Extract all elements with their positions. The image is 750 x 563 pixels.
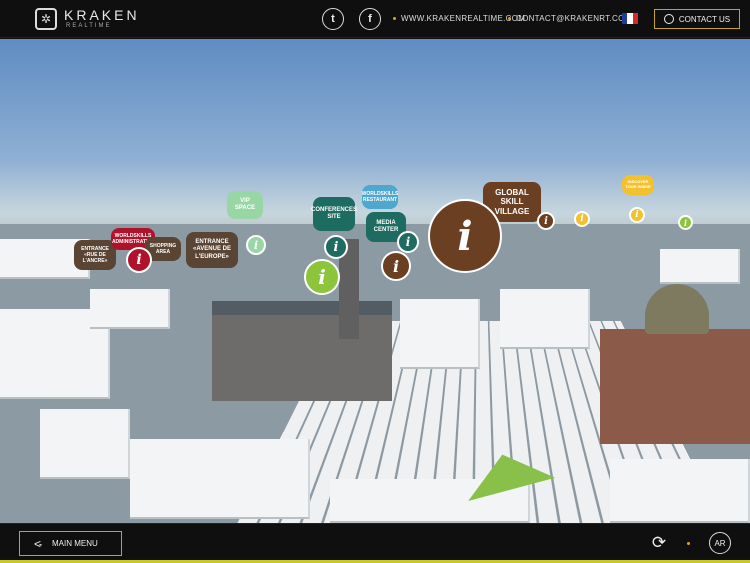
- poi-worldskills-restaurant[interactable]: WORLDSKILLS RESTAURANT: [362, 185, 398, 209]
- twitter-icon[interactable]: t: [322, 8, 344, 30]
- building: [660, 249, 740, 284]
- whatsapp-icon: [664, 14, 674, 24]
- refresh-icon[interactable]: ⟳: [649, 533, 669, 553]
- building: [610, 459, 750, 523]
- website-link[interactable]: WWW.KRAKENREALTIME.COM: [401, 14, 525, 23]
- building: [90, 289, 170, 329]
- poi-vip-space[interactable]: VIP SPACE: [227, 191, 263, 219]
- kraken-logo-icon[interactable]: ✲: [35, 8, 57, 30]
- info-icon[interactable]: i: [246, 235, 266, 255]
- church: [600, 329, 750, 444]
- facebook-icon[interactable]: f: [359, 8, 381, 30]
- info-icon[interactable]: i: [428, 199, 502, 273]
- french-flag-icon[interactable]: [622, 13, 638, 24]
- bottom-bar: <·· MAIN MENU ⟳ AR: [0, 523, 750, 563]
- info-icon[interactable]: i: [397, 231, 419, 253]
- info-icon[interactable]: i: [324, 235, 348, 259]
- info-icon[interactable]: i: [678, 215, 693, 230]
- poi-entrance-europe[interactable]: ENTRANCE «AVENUE DE L'EUROPE»: [186, 232, 238, 268]
- info-icon[interactable]: i: [629, 207, 645, 223]
- info-icon[interactable]: i: [304, 259, 340, 295]
- back-arrow-icon: <··: [34, 537, 40, 551]
- contact-us-button[interactable]: CONTACT US: [654, 9, 740, 29]
- bullet-dot: [508, 17, 511, 20]
- info-icon[interactable]: i: [574, 211, 590, 227]
- building: [40, 409, 130, 479]
- building: [400, 299, 480, 369]
- town-hall: [212, 301, 392, 401]
- main-menu-button[interactable]: <·· MAIN MENU: [19, 531, 122, 556]
- info-icon[interactable]: i: [537, 212, 555, 230]
- info-icon[interactable]: i: [381, 251, 411, 281]
- ar-button[interactable]: AR: [709, 532, 731, 554]
- poi-conferences-site[interactable]: CONFERENCES SITE: [313, 197, 355, 231]
- info-icon[interactable]: i: [126, 247, 152, 273]
- top-bar: ✲ KRAKEN REALTIME t f WWW.KRAKENREALTIME…: [0, 0, 750, 38]
- bullet-dot: [393, 17, 396, 20]
- main-menu-label: MAIN MENU: [52, 539, 98, 548]
- poi-yellow-tag[interactable]: DISCOVER TOUR INSIDE: [622, 175, 654, 195]
- email-link[interactable]: CONTACT@KRAKENRT.COM: [516, 14, 632, 23]
- poi-entrance-ancre[interactable]: ENTRANCE «RUE DE L'ANCRE»: [74, 240, 116, 270]
- bullet-dot: [687, 542, 690, 545]
- building: [500, 289, 590, 349]
- brand-subtitle: REALTIME: [66, 23, 112, 29]
- city-3d-view[interactable]: GLOBAL SKILL VILLAGE i CONFERENCES SITE …: [0, 39, 750, 523]
- brand-name[interactable]: KRAKEN: [64, 7, 140, 23]
- contact-us-label: CONTACT US: [679, 15, 730, 24]
- building: [130, 439, 310, 519]
